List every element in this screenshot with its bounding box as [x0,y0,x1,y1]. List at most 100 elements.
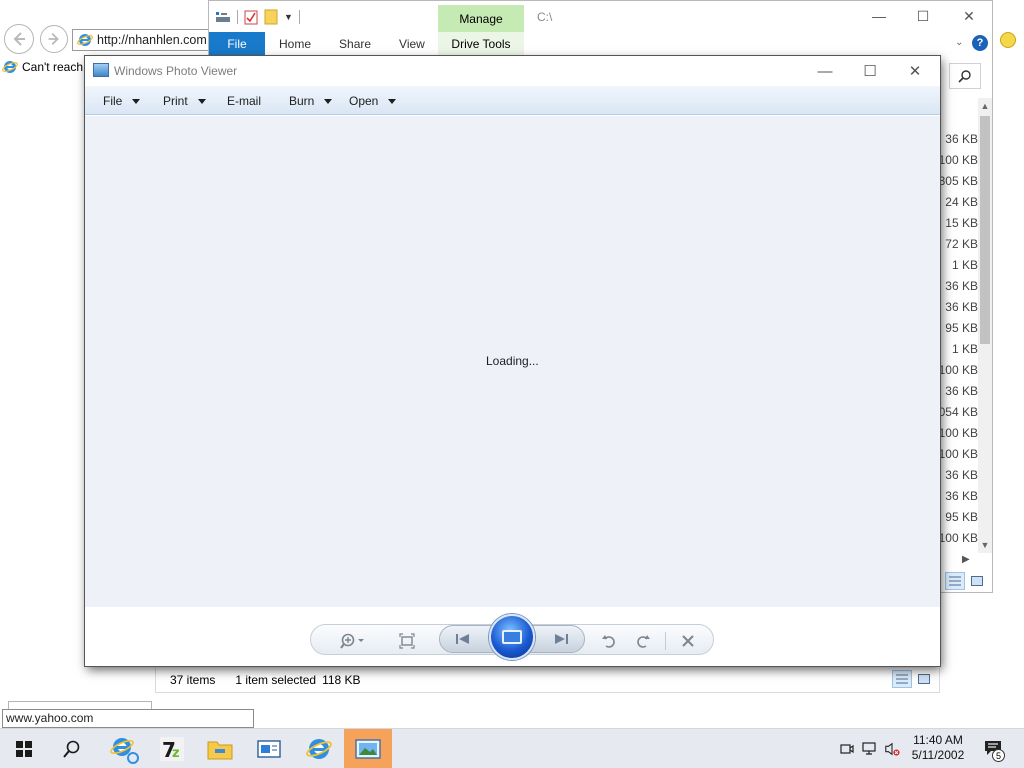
back-arrow-icon [13,32,25,46]
size-cell: 100 KB [938,531,978,545]
slideshow-icon [502,630,522,644]
taskbar-photo-viewer[interactable] [344,729,392,768]
size-cell: 100 KB [938,363,978,377]
large-icons-view-button[interactable] [914,670,934,688]
rotate-clockwise-button[interactable] [633,631,653,651]
smiley-icon[interactable] [1000,32,1016,48]
selection-info: 1 item selected 118 KB [235,673,360,687]
tab-view[interactable]: View [385,32,439,56]
volume-glyph [885,742,900,756]
photo-viewer-icon [93,63,109,77]
address-bar[interactable]: http://nhanhlen.com [72,29,222,51]
explorer-status-bar: 37 items 1 item selected 118 KB [155,668,940,693]
title-bar[interactable]: Windows Photo Viewer — ☐ ✕ [85,56,940,86]
loading-text: Loading... [486,354,539,368]
taskbar-app-7zip[interactable]: 7z [148,729,196,768]
qat-separator [298,10,300,24]
menu-burn[interactable]: Burn [289,94,333,108]
tab-file[interactable]: File [209,32,265,56]
rotate-counterclockwise-button[interactable] [599,631,619,651]
size-cell: 305 KB [938,174,978,188]
forward-button[interactable] [40,25,68,53]
size-cell: 100 KB [938,426,978,440]
taskbar-file-explorer[interactable] [196,729,244,768]
rotate-right-icon [637,635,650,648]
back-button[interactable] [4,24,34,54]
size-cell: 24 KB [945,195,978,209]
minimize-button[interactable]: — [857,5,901,27]
network-icon[interactable] [862,741,878,757]
details-view-icon [896,674,908,684]
status-url: www.yahoo.com [2,709,254,728]
search-button[interactable] [949,63,981,89]
tab-home[interactable]: Home [265,32,325,56]
large-icons-view-button[interactable] [967,572,987,590]
qat-dropdown-icon[interactable]: ▼ [284,12,293,22]
folder-icon [207,741,233,760]
maximize-button[interactable]: ☐ [848,60,892,82]
scroll-right-icon[interactable]: ▶ [962,554,970,565]
delete-icon [682,635,694,647]
server-manager-icon [257,740,281,758]
windows-logo-icon [16,741,32,757]
zoom-icon [340,633,364,649]
menu-burn-label: Burn [289,94,315,108]
window-title-path: C:\ [537,10,553,24]
scroll-up-icon[interactable]: ▲ [978,98,992,114]
ie-logo-icon [110,738,139,764]
clock[interactable]: 11:40 AM 5/11/2002 [905,733,971,763]
new-folder-icon[interactable] [264,9,278,25]
size-cell: 054 KB [938,405,978,419]
drive-icon[interactable] [215,10,231,24]
item-count: 37 items [170,673,216,687]
taskbar-ie-search[interactable] [100,729,148,768]
previous-icon [456,634,469,644]
dropdown-arrow-icon [388,98,397,104]
size-cell: 95 KB [945,321,978,335]
menu-email[interactable]: E-mail [227,94,261,108]
vertical-scrollbar[interactable]: ▲ ▼ [978,98,992,553]
tab-drive-tools[interactable]: Drive Tools [438,32,524,56]
size-column: 36 KB 100 KB 305 KB 24 KB 15 KB 72 KB 1 … [934,129,978,549]
properties-icon[interactable] [244,9,258,25]
taskbar-server-manager[interactable] [245,729,293,768]
menu-open[interactable]: Open [349,94,397,108]
volume-muted-icon[interactable] [884,741,900,757]
details-view-button[interactable] [892,670,912,688]
camera-icon[interactable] [839,741,855,757]
close-button[interactable]: ✕ [893,60,937,82]
actual-size-button[interactable] [397,631,417,651]
photo-viewer-icon [355,739,381,759]
size-cell: 72 KB [945,237,978,251]
previous-button[interactable] [454,631,472,650]
search-button[interactable] [48,729,96,768]
help-button[interactable]: ? [972,35,988,51]
scrollbar-thumb[interactable] [980,116,990,344]
close-button[interactable]: ✕ [947,5,991,27]
qat-separator [237,10,238,24]
tab-share[interactable]: Share [325,32,385,56]
delete-button[interactable] [678,631,698,651]
menu-file[interactable]: File [103,94,141,108]
scroll-down-icon[interactable]: ▼ [978,537,992,553]
ribbon-tabs: File Home Share View [209,32,439,56]
menu-print[interactable]: Print [163,94,206,108]
size-cell: 100 KB [938,153,978,167]
size-cell: 100 KB [938,447,978,461]
zoom-button[interactable] [337,631,369,651]
size-cell: 36 KB [945,279,978,293]
size-cell: 36 KB [945,300,978,314]
slideshow-button[interactable] [489,614,535,660]
ie-tab[interactable]: Can't reach [2,57,83,77]
toolbar-separator [665,632,666,650]
maximize-button[interactable]: ☐ [901,5,945,27]
next-button[interactable] [552,631,570,650]
tab-manage[interactable]: Manage [438,5,524,32]
details-view-button[interactable] [945,572,965,590]
start-button[interactable] [0,729,48,768]
ie-logo-icon [77,34,93,46]
size-cell: 36 KB [945,132,978,146]
expand-ribbon-icon[interactable]: ⌄ [955,37,963,48]
taskbar-internet-explorer[interactable] [295,729,343,768]
minimize-button[interactable]: — [803,60,847,82]
